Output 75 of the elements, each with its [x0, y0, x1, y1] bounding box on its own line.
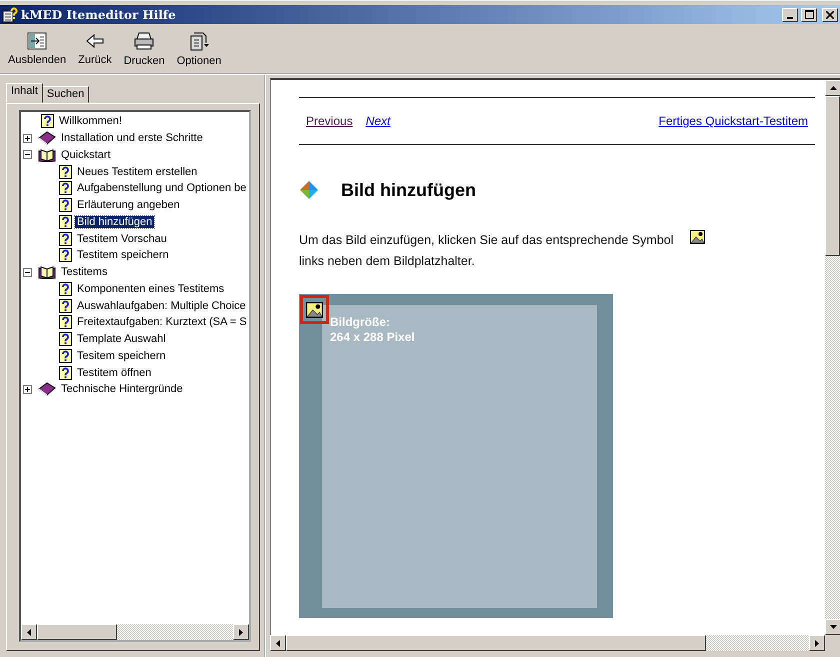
tab[interactable]: Inhalt	[6, 83, 43, 103]
tree-item[interactable]: Testitem öffnen	[75, 366, 154, 379]
hide-pane-icon	[27, 32, 48, 50]
open-book-icon	[38, 148, 56, 162]
arrow-icon[interactable]	[815, 640, 819, 646]
help-page-icon	[59, 366, 72, 380]
image-icon	[690, 230, 705, 244]
tree-item[interactable]: Komponenten eines Testitems	[75, 282, 226, 295]
arrow-icon[interactable]	[27, 628, 31, 636]
tree-item[interactable]: Willkommen!	[57, 115, 124, 128]
open-book-icon	[38, 265, 56, 280]
back-arrow-icon	[84, 32, 105, 50]
help-page-icon	[59, 348, 72, 363]
plus-icon	[24, 386, 31, 393]
tree-item[interactable]: Aufgabenstellung und Optionen be	[75, 182, 248, 194]
tree-item[interactable]: Testitem Vorschau	[75, 232, 169, 245]
instruction-text: Um das Bild einzufügen, klicken Sie auf das entsprechende Symbol links neben dem Bildplatzhalter.	[299, 232, 674, 270]
expand-toggle[interactable]	[23, 134, 32, 143]
tree-item[interactable]: Quickstart	[59, 148, 113, 161]
help-page-icon	[59, 282, 72, 296]
closed-book-icon	[38, 131, 56, 146]
help-page-icon	[59, 181, 72, 196]
diamond-icon	[299, 180, 319, 200]
help-page-icon	[59, 164, 72, 179]
tree-item[interactable]: Bild hinzufügen	[75, 216, 154, 228]
expand-toggle[interactable]	[23, 384, 32, 394]
help-page-icon	[59, 214, 72, 229]
horizontal-scrollbar[interactable]	[21, 624, 249, 640]
topic-heading: Bild hinzufügen	[341, 180, 476, 200]
tree-item[interactable]: Freitextaufgaben: Kurztext (SA = S	[75, 316, 249, 328]
next-topic-link[interactable]: Fertiges Quickstart-Testitem	[658, 114, 808, 128]
help-page-icon	[59, 198, 72, 212]
image-size-caption: Bildgröße: 264 x 288 Pixel	[322, 305, 597, 608]
tree-item[interactable]: Technische Hintergründe	[59, 383, 185, 396]
maximize-button[interactable]	[801, 8, 817, 22]
collapse-toggle[interactable]	[23, 268, 32, 277]
close-button[interactable]	[822, 8, 838, 22]
minimize-icon	[787, 16, 793, 18]
closed-book-icon	[38, 382, 56, 396]
arrow-icon[interactable]	[830, 625, 836, 629]
help-page-icon	[41, 114, 54, 128]
arrow-icon[interactable]	[276, 640, 280, 646]
nav-link[interactable]: Previous	[306, 114, 353, 128]
image-icon[interactable]	[306, 302, 323, 318]
help-page-icon	[59, 298, 72, 313]
tree-item[interactable]: Installation und erste Schritte	[59, 132, 205, 144]
tree-item[interactable]: Auswahlaufgaben: Multiple Choice	[75, 300, 248, 312]
collapse-toggle[interactable]	[23, 150, 32, 160]
tab[interactable]: Suchen	[42, 86, 90, 103]
tree-item[interactable]: Testitems	[59, 266, 110, 278]
arrow-icon[interactable]	[830, 86, 836, 90]
plus-icon	[24, 134, 31, 142]
nav-link[interactable]: Next	[366, 114, 390, 128]
printer-icon	[133, 30, 156, 50]
help-page-icon	[59, 248, 72, 262]
tree-item[interactable]: Testitem speichern	[75, 249, 171, 262]
tree-item[interactable]: Tesitem speichern	[75, 350, 168, 362]
help-page-icon	[59, 332, 72, 346]
tree-item[interactable]: Erläuterung angeben	[75, 199, 182, 212]
toolbar-button[interactable]: Ausblenden	[2, 24, 72, 73]
tree-item[interactable]: Neues Testitem erstellen	[75, 166, 200, 178]
horizontal-scrollbar[interactable]	[270, 635, 840, 651]
window-title: kMED Itemeditor Hilfe	[21, 8, 177, 22]
toolbar-button[interactable]: Drucken	[118, 24, 171, 73]
options-icon	[188, 30, 210, 50]
help-page-icon	[59, 315, 72, 330]
maximize-icon	[804, 10, 814, 19]
arrow-icon[interactable]	[239, 628, 243, 636]
close-icon	[826, 10, 834, 18]
tree-item[interactable]: Template Auswahl	[75, 333, 168, 346]
help-page-icon	[59, 232, 72, 246]
toolbar-button[interactable]: Zurück	[72, 24, 118, 73]
toolbar-button[interactable]: Optionen	[170, 24, 228, 73]
minimize-button[interactable]	[782, 8, 798, 22]
vertical-scrollbar[interactable]	[825, 80, 840, 635]
